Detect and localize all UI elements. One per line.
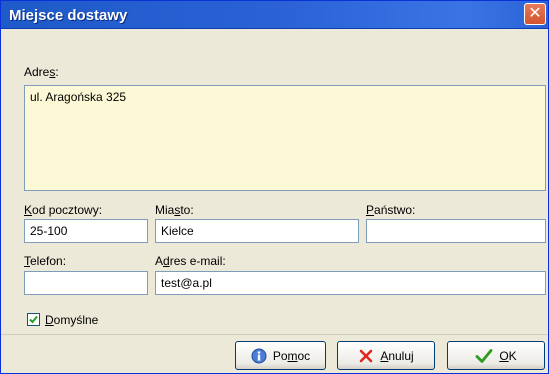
postal-code-label-text: od pocztowy: xyxy=(32,203,103,217)
checkmark-icon xyxy=(475,348,493,364)
close-icon: ✕ xyxy=(528,5,542,22)
x-icon xyxy=(358,348,374,364)
default-checkbox-label[interactable]: Domyślne xyxy=(45,313,98,327)
phone-label: Telefon: xyxy=(24,254,66,268)
postal-code-accesskey: K xyxy=(24,203,33,217)
address-label-text: Adre xyxy=(24,65,50,79)
email-label: Adres e-mail: xyxy=(155,254,226,268)
help-button-label: Pomoc xyxy=(273,349,310,363)
help-button[interactable]: Pomoc xyxy=(235,341,326,370)
info-icon xyxy=(251,348,267,364)
city-input[interactable]: Kielce xyxy=(155,219,359,243)
city-label: Miasto: xyxy=(155,203,194,217)
address-label-colon: : xyxy=(55,65,59,79)
phone-input[interactable] xyxy=(24,271,148,295)
country-label: Państwo: xyxy=(366,203,415,217)
default-checkbox[interactable] xyxy=(27,313,40,326)
phone-label-text: elefon: xyxy=(30,254,67,268)
postal-code-value: 25-100 xyxy=(30,224,68,238)
email-value: test@a.pl xyxy=(161,276,212,290)
cancel-button-label: Anuluj xyxy=(380,349,413,363)
close-button[interactable]: ✕ xyxy=(524,3,546,25)
delivery-dialog: Miejsce dostawy ✕ Adres: ul. Aragońska 3… xyxy=(0,0,549,374)
postal-code-input[interactable]: 25-100 xyxy=(24,219,148,243)
address-textarea[interactable]: ul. Aragońska 325 xyxy=(24,85,546,191)
dialog-title: Miejsce dostawy xyxy=(9,7,128,24)
email-input[interactable]: test@a.pl xyxy=(155,271,546,295)
city-label-post: to: xyxy=(180,203,194,217)
checkmark-icon xyxy=(29,315,38,324)
address-label: Adres: xyxy=(24,65,59,79)
email-label-accesskey: d xyxy=(163,254,170,268)
title-bar[interactable]: Miejsce dostawy ✕ xyxy=(1,1,548,29)
email-label-post: res e-mail: xyxy=(169,254,226,268)
country-label-text: aństwo: xyxy=(374,203,416,217)
ok-button[interactable]: OK xyxy=(447,341,545,370)
postal-code-label: Kod pocztowy: xyxy=(24,203,102,217)
city-value: Kielce xyxy=(161,224,194,238)
cancel-button[interactable]: Anuluj xyxy=(337,341,435,370)
default-label-text: omyślne xyxy=(53,313,99,327)
footer-divider xyxy=(1,334,548,335)
help-label-pre: Po xyxy=(272,348,288,363)
email-label-pre: A xyxy=(155,254,164,268)
country-label-accesskey: P xyxy=(366,203,375,217)
ok-label-accesskey: O xyxy=(499,348,509,363)
default-label-accesskey: D xyxy=(45,313,54,327)
address-value: ul. Aragońska 325 xyxy=(30,90,127,104)
help-label-post: oc xyxy=(297,348,311,363)
country-input[interactable] xyxy=(366,219,546,243)
help-label-accesskey: m xyxy=(287,348,298,363)
cancel-label-post: nuluj xyxy=(388,348,414,363)
city-label-pre: Mia xyxy=(155,203,175,217)
ok-label-post: K xyxy=(508,348,517,363)
ok-button-label: OK xyxy=(499,349,516,363)
